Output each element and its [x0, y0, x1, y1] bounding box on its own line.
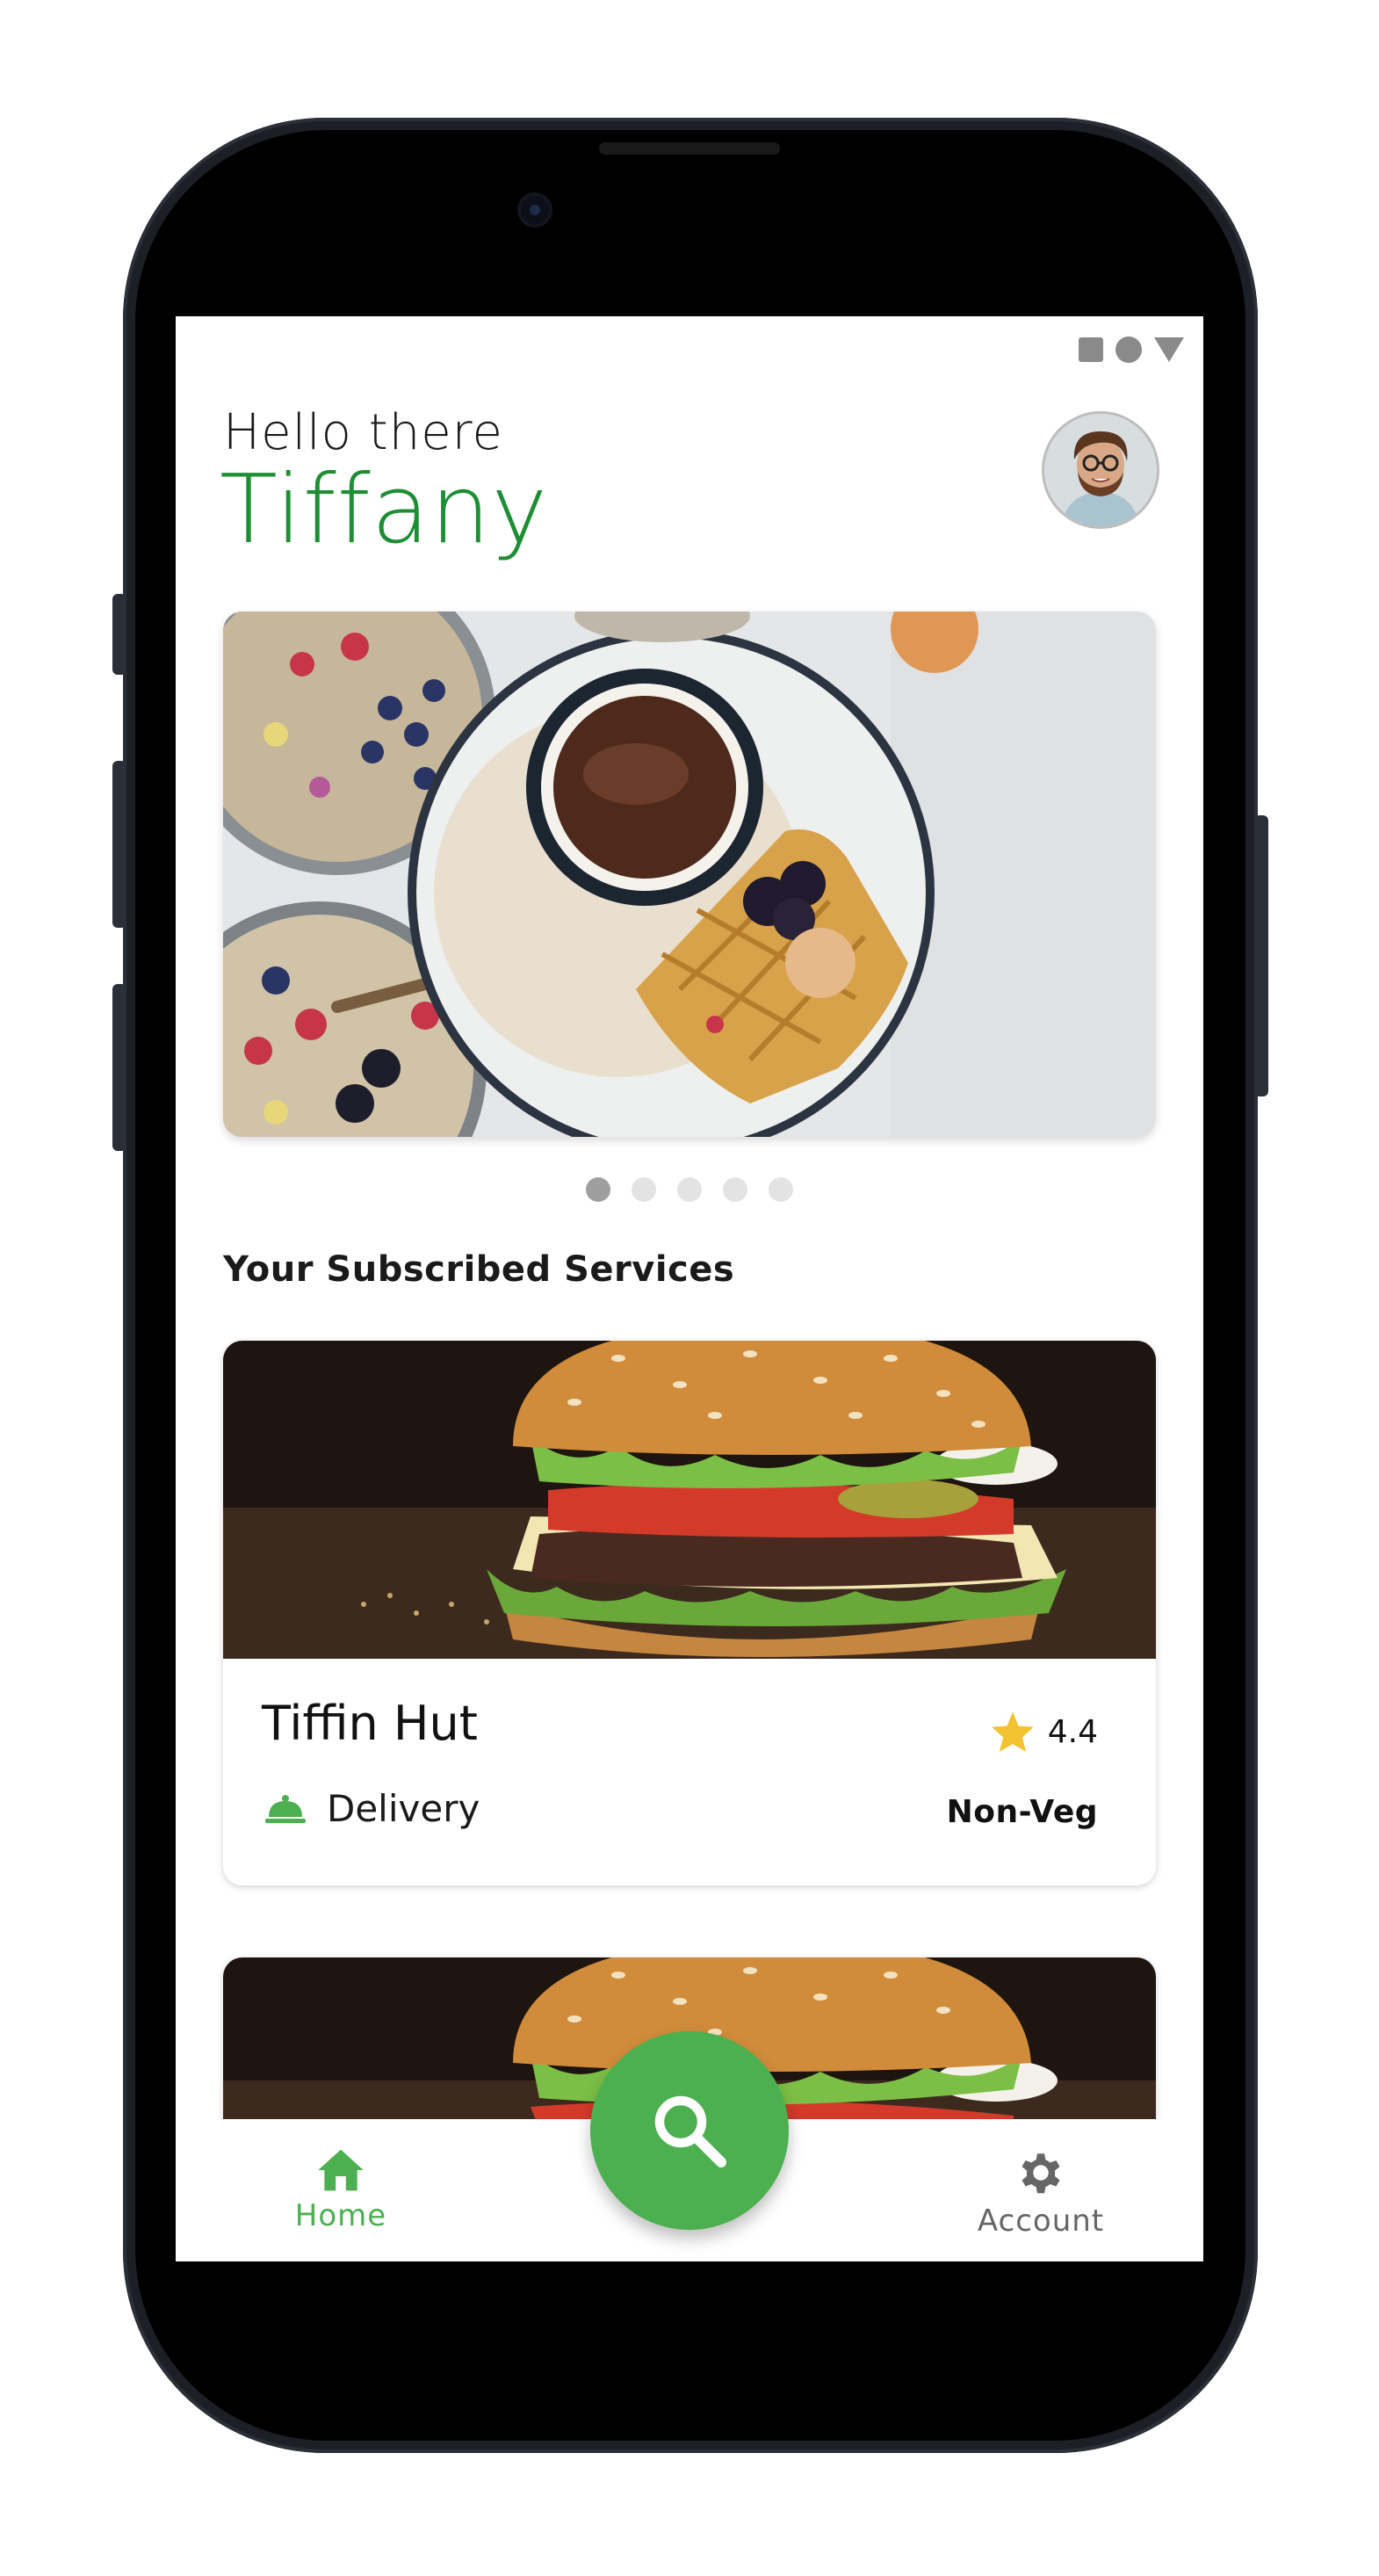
service-rating: 4.4 — [990, 1710, 1098, 1754]
avatar[interactable] — [1042, 411, 1159, 529]
carousel-dot[interactable] — [723, 1177, 747, 1202]
avatar-photo — [1044, 414, 1157, 526]
signal-icon — [1154, 337, 1184, 362]
home-icon — [318, 2149, 364, 2191]
nav-home[interactable]: Home — [279, 2147, 402, 2233]
front-camera — [521, 196, 549, 224]
burger-photo — [223, 1341, 1156, 1659]
gear-icon — [1022, 2153, 1060, 2194]
stop-icon — [1079, 337, 1103, 362]
greeting-text: Hello there — [223, 404, 503, 461]
carousel-dot[interactable] — [677, 1177, 702, 1202]
carousel-dot[interactable] — [769, 1177, 793, 1202]
nav-account[interactable]: Account — [966, 2147, 1115, 2239]
breakfast-photo — [223, 611, 1156, 1137]
cloche-icon — [265, 1794, 306, 1823]
earpiece — [599, 142, 780, 155]
app-screen: Hello there Tiffany Your Subscribed Serv… — [176, 316, 1203, 2261]
record-icon — [1115, 336, 1142, 363]
hero-carousel[interactable] — [223, 611, 1156, 1137]
service-name: Tiffin Hut — [262, 1696, 478, 1751]
status-bar — [1079, 336, 1184, 364]
carousel-indicators — [176, 1177, 1203, 1202]
carousel-dot[interactable] — [586, 1177, 610, 1202]
search-icon — [654, 2095, 726, 2167]
carousel-dot[interactable] — [632, 1177, 656, 1202]
service-type-label: Delivery — [327, 1787, 480, 1830]
diet-label: Non-Veg — [946, 1794, 1098, 1830]
search-button[interactable] — [590, 2031, 789, 2230]
star-icon — [991, 1711, 1034, 1752]
username-text: Tiffany — [220, 455, 549, 565]
service-card[interactable]: Tiffin Hut 4.4 Delivery Non-Veg — [223, 1341, 1156, 1885]
nav-account-label: Account — [977, 2203, 1105, 2239]
service-type: Delivery — [265, 1787, 480, 1830]
nav-home-label: Home — [294, 2198, 387, 2233]
section-title: Your Subscribed Services — [223, 1249, 735, 1290]
rating-value: 4.4 — [1047, 1713, 1098, 1750]
